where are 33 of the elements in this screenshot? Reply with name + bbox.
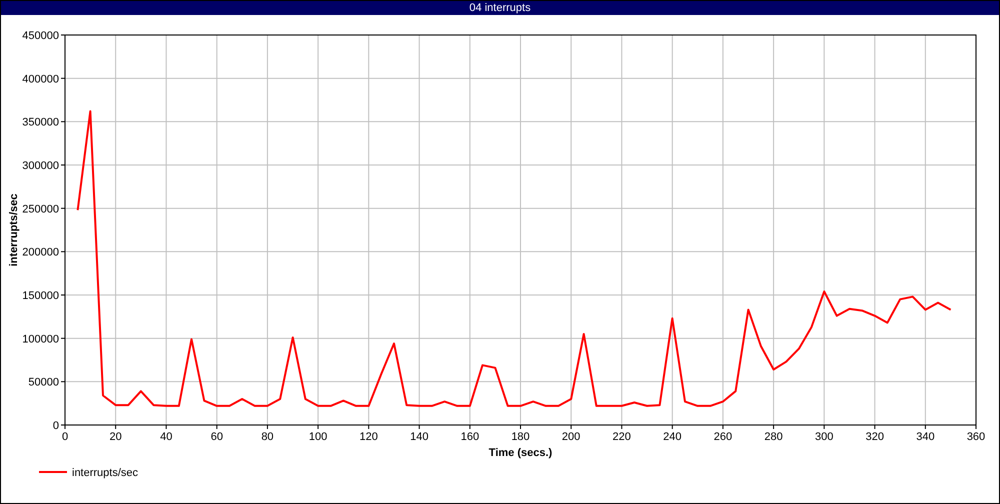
x-tick-label: 340	[916, 431, 935, 443]
x-tick-label: 80	[261, 431, 274, 443]
x-tick-label: 40	[160, 431, 172, 443]
y-tick-label: 450000	[22, 30, 59, 42]
y-tick-label: 100000	[22, 333, 59, 346]
y-tick-label: 250000	[22, 203, 59, 216]
x-tick-label: 120	[359, 431, 378, 443]
y-tick-label: 150000	[22, 290, 59, 302]
y-tick-label: 400000	[22, 73, 59, 86]
x-tick-label: 100	[308, 431, 328, 443]
y-tick-label: 50000	[28, 376, 59, 389]
x-tick-label: 320	[866, 431, 884, 443]
x-tick-label: 300	[814, 431, 834, 443]
x-tick-label: 60	[210, 431, 223, 443]
y-axis-title: interrupts/sec	[8, 194, 20, 266]
x-tick-label: 20	[109, 431, 122, 443]
x-tick-label: 280	[764, 431, 783, 443]
x-tick-label: 160	[460, 431, 480, 443]
x-tick-label: 260	[714, 431, 732, 443]
x-tick-label: 0	[62, 431, 68, 443]
legend-label: interrupts/sec	[72, 467, 138, 479]
y-tick-label: 0	[52, 420, 59, 432]
y-tick-label: 350000	[22, 116, 59, 129]
x-tick-label: 220	[612, 431, 631, 443]
x-axis-title: Time (secs.)	[488, 447, 552, 459]
x-tick-label: 180	[511, 431, 530, 443]
window-title: 04 interrupts	[1, 1, 999, 15]
x-tick-label: 200	[562, 431, 580, 443]
y-tick-label: 200000	[22, 246, 59, 259]
x-tick-label: 360	[966, 431, 986, 443]
x-tick-label: 140	[410, 431, 428, 443]
y-tick-label: 300000	[22, 160, 59, 172]
x-tick-label: 240	[663, 431, 682, 443]
